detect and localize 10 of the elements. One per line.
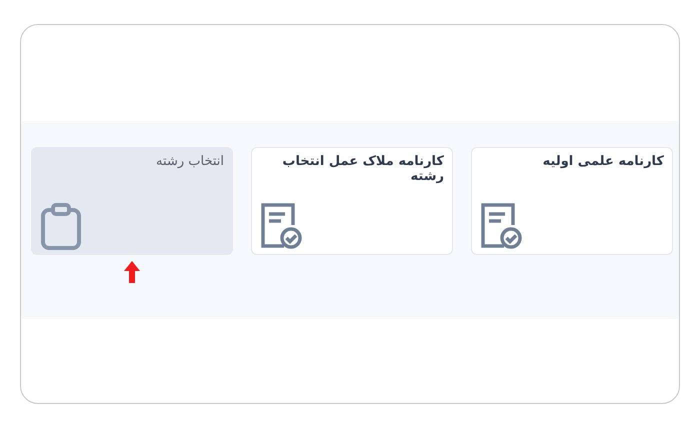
menu-card[interactable]: کارنامه علمی اولیه xyxy=(471,147,673,255)
menu-card[interactable]: کارنامه ملاک عمل انتخاب رشته xyxy=(251,147,453,255)
document-check-icon xyxy=(260,202,302,250)
arrow-icon xyxy=(124,261,140,283)
menu-card[interactable]: انتخاب رشته xyxy=(31,147,233,255)
document-check-icon xyxy=(480,202,522,250)
card-title: انتخاب رشته xyxy=(155,154,224,169)
card-title: کارنامه ملاک عمل انتخاب رشته xyxy=(281,154,444,184)
card-title: کارنامه علمی اولیه xyxy=(542,154,664,169)
clipboard-icon xyxy=(40,202,82,250)
